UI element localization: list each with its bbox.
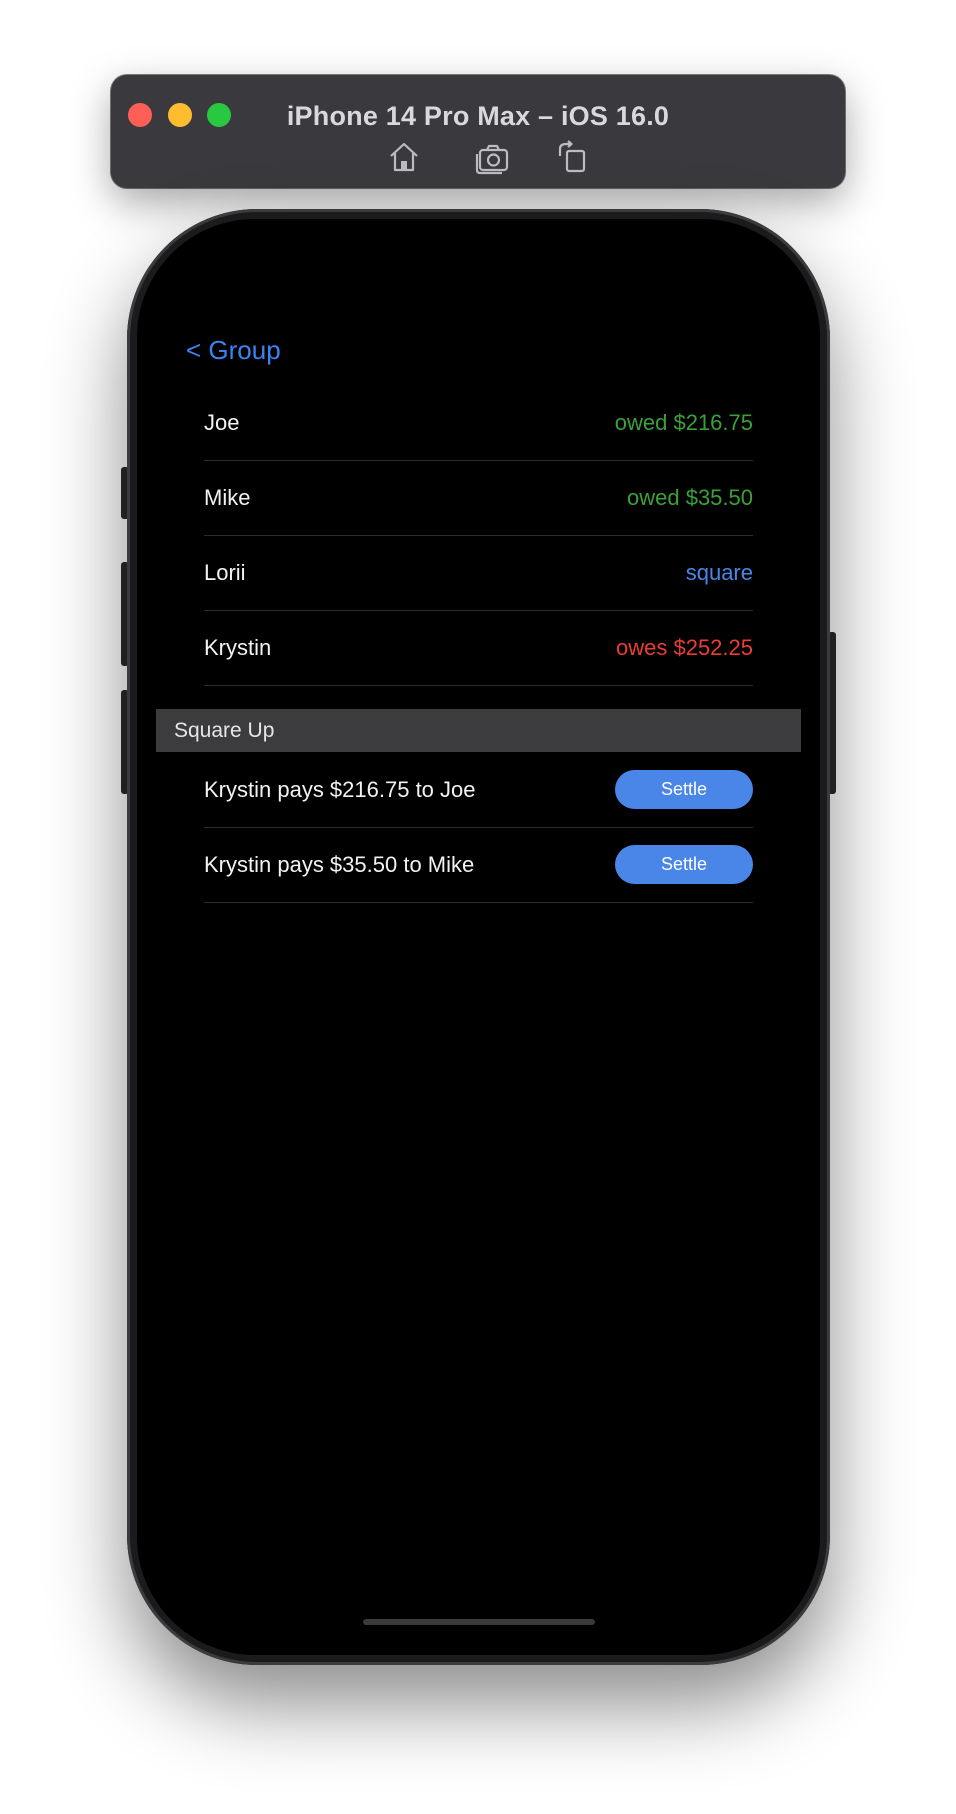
simulator-titlebar: iPhone 14 Pro Max – iOS 16.0	[111, 75, 845, 188]
home-icon[interactable]	[384, 137, 424, 177]
payment-description: Krystin pays $35.50 to Mike	[204, 852, 475, 877]
payment-row: Krystin pays $216.75 to Joe Settle	[204, 752, 753, 828]
simulator-title: iPhone 14 Pro Max – iOS 16.0	[286, 101, 670, 131]
balance-row: Krystin owes $252.25	[204, 610, 753, 686]
settle-button[interactable]: Settle	[615, 845, 753, 884]
screenshot-icon[interactable]	[472, 137, 512, 177]
payment-row: Krystin pays $35.50 to Mike Settle	[204, 827, 753, 903]
phone-screen: < Group Joe owed $216.75 Mike owed $35.5…	[137, 219, 820, 1655]
member-balance-status: square	[685, 560, 753, 585]
settle-button[interactable]: Settle	[615, 770, 753, 809]
square-up-section-header: Square Up	[156, 709, 801, 752]
member-balance-status: owed $216.75	[614, 410, 753, 435]
member-balance-status: owes $252.25	[616, 635, 753, 660]
balance-row: Joe owed $216.75	[204, 385, 753, 461]
home-indicator[interactable]	[363, 1619, 595, 1625]
member-name: Mike	[204, 485, 251, 510]
member-balance-status: owed $35.50	[627, 485, 753, 510]
member-name: Joe	[204, 410, 240, 435]
member-name: Krystin	[204, 635, 272, 660]
member-name: Lorii	[204, 560, 246, 585]
back-button[interactable]: < Group	[186, 335, 281, 365]
rotate-icon[interactable]	[552, 137, 592, 177]
section-title: Square Up	[174, 719, 275, 742]
balance-row: Lorii square	[204, 535, 753, 611]
payment-description: Krystin pays $216.75 to Joe	[204, 777, 476, 802]
balance-row: Mike owed $35.50	[204, 460, 753, 536]
